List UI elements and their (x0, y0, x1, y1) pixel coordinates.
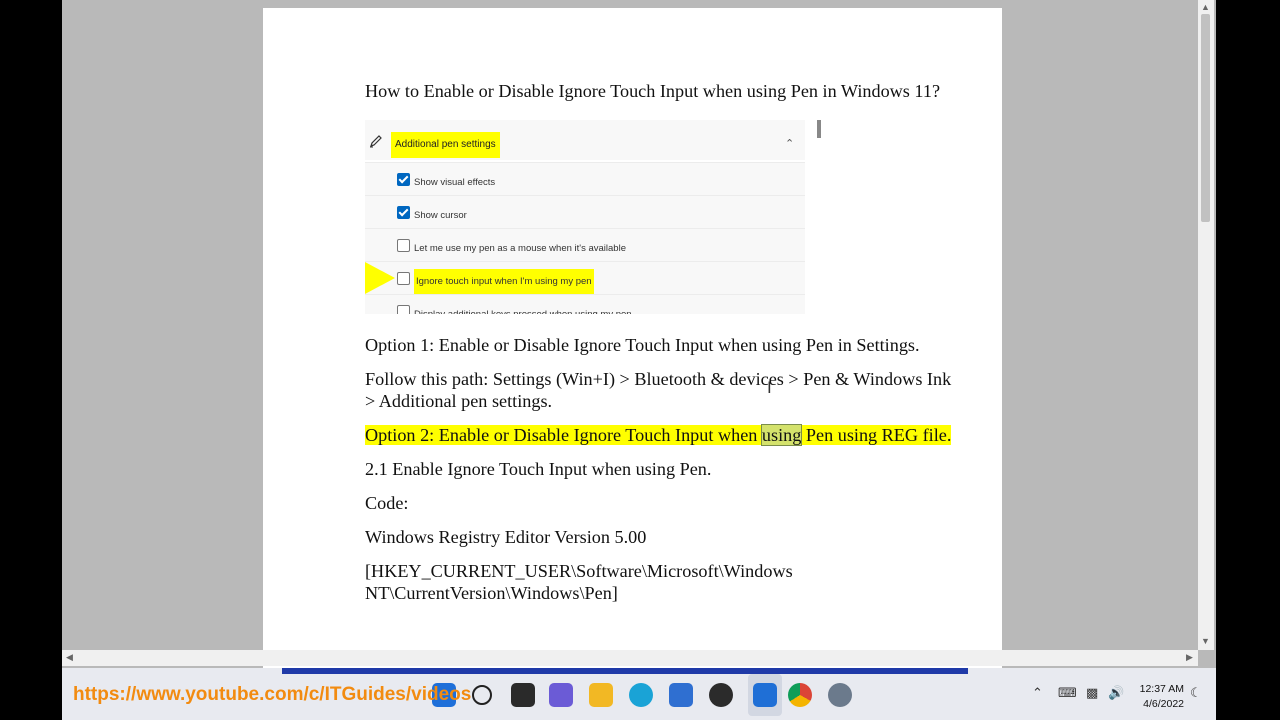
keyboard-icon[interactable]: ⌨ (1058, 686, 1077, 701)
scroll-down-icon[interactable]: ▼ (1201, 636, 1210, 646)
taskbar: https://www.youtube.com/c/ITGuides/video… (62, 668, 1216, 720)
clock-date: 4/6/2022 (1143, 698, 1184, 710)
file-explorer-icon[interactable] (589, 683, 613, 707)
network-icon[interactable]: ▩ (1086, 686, 1098, 701)
document-content: How to Enable or Disable Ignore Touch In… (365, 78, 965, 616)
screenshot-row: Let me use my pen as a mouse when it's a… (365, 228, 805, 261)
checkbox-unchecked-icon (397, 272, 410, 285)
screenshot-row: Ignore touch input when I'm using my pen (365, 261, 805, 295)
selected-word[interactable]: using (760, 424, 803, 446)
search-icon[interactable] (472, 685, 492, 705)
row-label: Display additional keys pressed when usi… (414, 304, 632, 314)
clock-time: 12:37 AM (1139, 683, 1184, 695)
volume-icon[interactable]: 🔊 (1108, 686, 1124, 701)
option-2-start: Option 2: Enable or Disable Ignore Touch… (365, 425, 762, 445)
media-player-icon[interactable] (709, 683, 733, 707)
registry-key: [HKEY_CURRENT_USER\Software\Microsoft\Wi… (365, 561, 793, 603)
document-page: How to Enable or Disable Ignore Touch In… (263, 8, 1002, 668)
checkbox-checked-icon (397, 173, 410, 186)
active-app-icon[interactable] (753, 683, 777, 707)
screenshot-row: Show visual effects (365, 162, 805, 195)
embedded-screenshot: Additional pen settings ⌃ Show visual ef… (365, 120, 823, 314)
desktop-strip (282, 668, 968, 674)
system-clock[interactable]: 12:37 AM 4/6/2022 (1132, 682, 1184, 712)
pen-settings-header: Additional pen settings ⌃ (365, 120, 805, 160)
option-2-text: Option 2: Enable or Disable Ignore Touch… (365, 424, 965, 446)
vertical-scroll-thumb[interactable] (1201, 14, 1210, 222)
screenshot-row: Display additional keys pressed when usi… (365, 294, 805, 314)
row-label: Show visual effects (414, 177, 496, 188)
option-1-text: Option 1: Enable or Disable Ignore Touch… (365, 335, 920, 355)
horizontal-scrollbar[interactable]: ◀ ▶ (62, 650, 1198, 666)
row-label: Show cursor (414, 210, 467, 221)
registry-version: Windows Registry Editor Version 5.00 (365, 527, 647, 547)
edge-icon[interactable] (629, 683, 653, 707)
scroll-up-icon[interactable]: ▲ (1201, 2, 1210, 12)
moon-icon[interactable]: ☾ (1190, 686, 1202, 701)
task-view-icon[interactable] (511, 683, 535, 707)
scroll-left-icon[interactable]: ◀ (66, 652, 73, 663)
checkbox-unchecked-icon (397, 239, 410, 252)
pen-icon (370, 135, 382, 148)
store-icon[interactable] (669, 683, 693, 707)
code-label: Code: (365, 493, 409, 513)
row-label-highlighted: Ignore touch input when I'm using my pen (414, 269, 594, 295)
left-black-bar (0, 0, 62, 720)
article-title: How to Enable or Disable Ignore Touch In… (365, 81, 941, 101)
pen-settings-title: Additional pen settings (391, 132, 500, 158)
option-2-end: Pen using REG file. (801, 425, 952, 445)
settings-path-text: Follow this path: Settings (Win+I) > Blu… (365, 369, 952, 411)
chevron-up-icon: ⌃ (785, 138, 795, 150)
pointer-arrow-icon (365, 262, 395, 294)
checkbox-checked-icon (397, 206, 410, 219)
watermark-url: https://www.youtube.com/c/ITGuides/video… (73, 684, 472, 705)
chrome-icon[interactable] (788, 683, 812, 707)
scroll-right-icon[interactable]: ▶ (1186, 652, 1193, 663)
chevron-up-icon[interactable]: ⌃ (1032, 686, 1043, 701)
vertical-scrollbar[interactable]: ▲ ▼ (1198, 0, 1214, 650)
screenshot-scrollbar (817, 120, 821, 138)
checkbox-unchecked-icon (397, 305, 410, 314)
screenshot-row: Show cursor (365, 195, 805, 228)
enable-heading: 2.1 Enable Ignore Touch Input when using… (365, 459, 712, 479)
text-cursor-icon: I (767, 378, 772, 397)
settings-icon[interactable] (828, 683, 852, 707)
right-black-bar (1216, 0, 1280, 720)
chat-icon[interactable] (549, 683, 573, 707)
document-viewer-window: How to Enable or Disable Ignore Touch In… (62, 0, 1216, 668)
option-2-highlight: Option 2: Enable or Disable Ignore Touch… (365, 424, 952, 446)
row-label: Let me use my pen as a mouse when it's a… (414, 243, 626, 254)
